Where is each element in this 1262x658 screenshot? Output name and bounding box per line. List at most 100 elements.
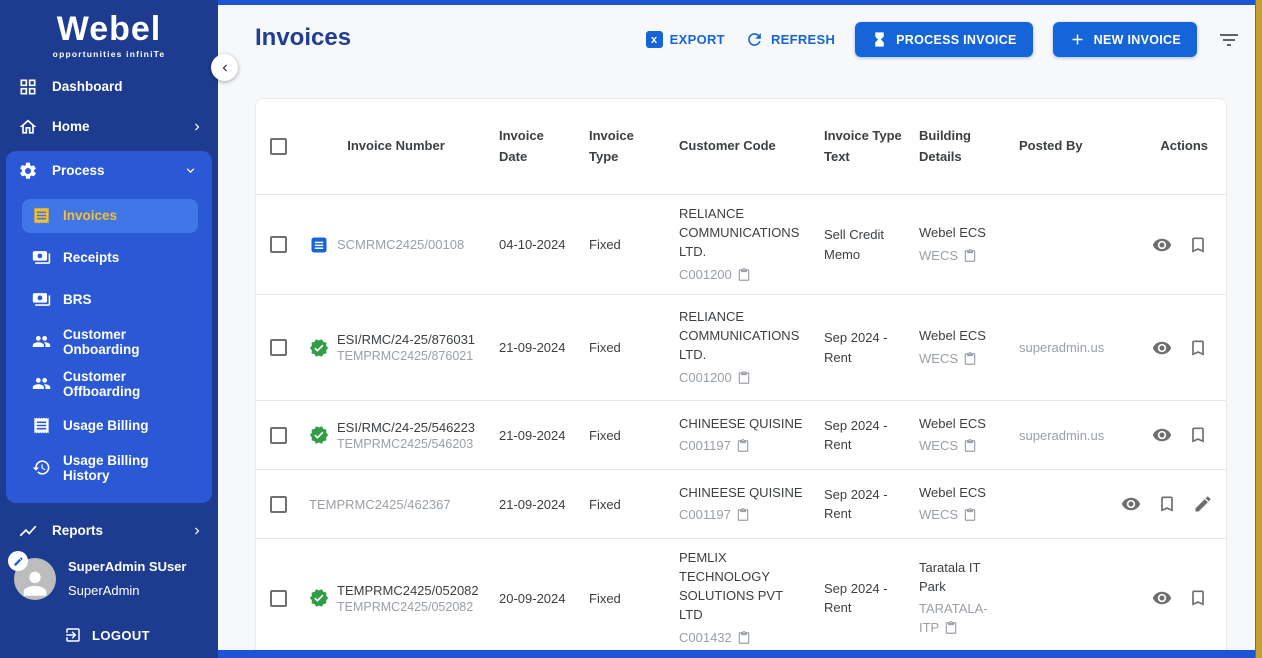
row-checkbox[interactable]: [270, 426, 287, 444]
verified-badge-icon: [309, 589, 329, 608]
bookmark-button[interactable]: [1188, 338, 1208, 358]
user-card[interactable]: SuperAdmin SUser SuperAdmin: [0, 551, 218, 604]
user-name: SuperAdmin SUser: [68, 558, 187, 574]
sidebar-item-dashboard[interactable]: Dashboard: [0, 67, 218, 107]
building-name: Webel ECS: [919, 415, 986, 431]
view-button[interactable]: [1152, 425, 1172, 445]
copy-icon[interactable]: [963, 508, 977, 522]
chevron-left-icon: [222, 64, 227, 71]
col-header-invoice-type-text: Invoice Type Text: [824, 127, 902, 164]
sidebar-item-usage-billing-history[interactable]: Usage Billing History: [22, 451, 198, 485]
row-checkbox[interactable]: [270, 495, 287, 513]
edit-button[interactable]: [1193, 494, 1213, 514]
bottom-edge-bar: [218, 650, 1255, 658]
copy-icon[interactable]: [736, 508, 750, 522]
row-checkbox[interactable]: [270, 236, 287, 254]
sidebar-item-receipts[interactable]: Receipts: [22, 241, 198, 275]
sidebar-item-label: Usage Billing: [63, 418, 149, 434]
refresh-button[interactable]: REFRESH: [745, 30, 835, 49]
customer-name: CHINEESE QUISINE: [679, 484, 803, 500]
posted-by: [1011, 235, 1111, 255]
row-checkbox[interactable]: [270, 339, 287, 357]
col-header-actions: Actions: [1160, 138, 1208, 154]
invoice-type-text: Sep 2024 - Rent: [824, 417, 888, 453]
sidebar-item-reports[interactable]: Reports: [0, 511, 218, 551]
logout-label: LOGOUT: [92, 627, 151, 643]
sidebar-item-customer-offboarding[interactable]: Customer Offboarding: [22, 367, 198, 401]
copy-icon[interactable]: [944, 621, 958, 635]
posted-by: superadmin.us: [1019, 427, 1105, 443]
invoice-temp-number: TEMPRMC2425/052082: [337, 599, 474, 614]
bookmark-button[interactable]: [1188, 588, 1208, 608]
people-icon: [32, 378, 51, 390]
invoice-table-body: SCMRMC2425/00108 04-10-2024 Fixed RELIAN…: [256, 194, 1226, 658]
invoice-number: SCMRMC2425/00108: [337, 237, 465, 253]
sidebar-item-usage-billing[interactable]: Usage Billing: [22, 409, 198, 443]
verified-badge-icon: [309, 339, 329, 357]
export-button[interactable]: x EXPORT: [645, 29, 725, 48]
building-name: Webel ECS: [919, 484, 986, 500]
table-row: TEMPRMC2425/462367 21-09-2024 Fixed CHIN…: [256, 469, 1226, 538]
new-invoice-label: NEW INVOICE: [1093, 32, 1181, 47]
customer-name: CHINEESE QUISINE: [679, 415, 803, 431]
sidebar-item-invoices[interactable]: Invoices: [22, 198, 198, 233]
chevron-down-icon: [186, 168, 195, 174]
invoice-date: 21-09-2024: [499, 496, 566, 512]
customer-code: C001197: [679, 438, 731, 454]
filter-button[interactable]: [1217, 28, 1241, 52]
invoice-type: Fixed: [589, 496, 621, 512]
user-role: SuperAdmin: [68, 583, 140, 599]
sidebar-item-brs[interactable]: BRS: [22, 283, 198, 317]
building-name: Webel ECS: [919, 328, 986, 344]
sidebar-item-label: Reports: [52, 523, 104, 539]
customer-name: RELIANCE COMMUNICATIONS LTD.: [679, 309, 800, 362]
col-header-customer-code: Customer Code: [679, 138, 776, 154]
copy-icon[interactable]: [963, 248, 977, 263]
bookmark-button[interactable]: [1157, 494, 1177, 514]
building-name: Taratala IT Park: [919, 559, 981, 594]
bookmark-button[interactable]: [1188, 425, 1208, 445]
copy-icon[interactable]: [737, 370, 751, 385]
select-all-checkbox[interactable]: [270, 138, 287, 155]
view-button[interactable]: [1152, 235, 1172, 255]
view-button[interactable]: [1152, 338, 1172, 358]
eye-icon: [1152, 592, 1172, 605]
process-invoice-button[interactable]: PROCESS INVOICE: [855, 22, 1033, 57]
view-button[interactable]: [1121, 494, 1141, 514]
bookmark-button[interactable]: [1188, 235, 1208, 255]
row-checkbox[interactable]: [270, 589, 287, 607]
sidebar-item-home[interactable]: Home: [0, 107, 218, 147]
logo: Webel opportunities infiniTe: [0, 0, 218, 65]
sidebar-item-process[interactable]: Process: [6, 151, 212, 191]
people-icon: [32, 336, 51, 348]
table-row: ESI/RMC/24-25/546223 TEMPRMC2425/546203 …: [256, 400, 1226, 469]
sidebar-collapse-button[interactable]: [211, 54, 238, 81]
hourglass-icon: [875, 32, 884, 47]
copy-icon[interactable]: [963, 351, 977, 366]
bookmark-icon: [1192, 237, 1204, 253]
top-edge-bar: [218, 0, 1255, 5]
copy-icon[interactable]: [737, 630, 751, 645]
col-header-posted-by: Posted By: [1019, 138, 1083, 154]
copy-icon[interactable]: [736, 439, 750, 453]
view-button[interactable]: [1152, 588, 1172, 608]
sidebar-item-label: Dashboard: [52, 79, 123, 95]
logo-title: Webel: [56, 10, 162, 48]
table-row: TEMPRMC2425/052082 TEMPRMC2425/052082 20…: [256, 538, 1226, 657]
invoice-type: Fixed: [589, 340, 621, 356]
new-invoice-button[interactable]: NEW INVOICE: [1052, 22, 1197, 57]
filter-icon: [1220, 33, 1238, 46]
invoice-type-text: Sep 2024 - Rent: [824, 580, 888, 616]
col-header-building-details: Building Details: [919, 127, 971, 164]
invoice-number: TEMPRMC2425/462367: [309, 496, 451, 512]
copy-icon[interactable]: [963, 439, 977, 453]
excel-file-icon: x: [645, 29, 665, 48]
invoice-date: 04-10-2024: [499, 236, 566, 252]
customer-name: PEMLIX TECHNOLOGY SOLUTIONS PVT LTD: [679, 550, 783, 622]
logout-button[interactable]: LOGOUT: [64, 626, 218, 644]
sidebar-item-customer-onboarding[interactable]: Customer Onboarding: [22, 325, 198, 359]
plus-icon: [1072, 34, 1083, 45]
customer-code: C001200: [679, 266, 732, 282]
sidebar-item-label: Home: [52, 119, 90, 135]
copy-icon[interactable]: [737, 267, 751, 282]
